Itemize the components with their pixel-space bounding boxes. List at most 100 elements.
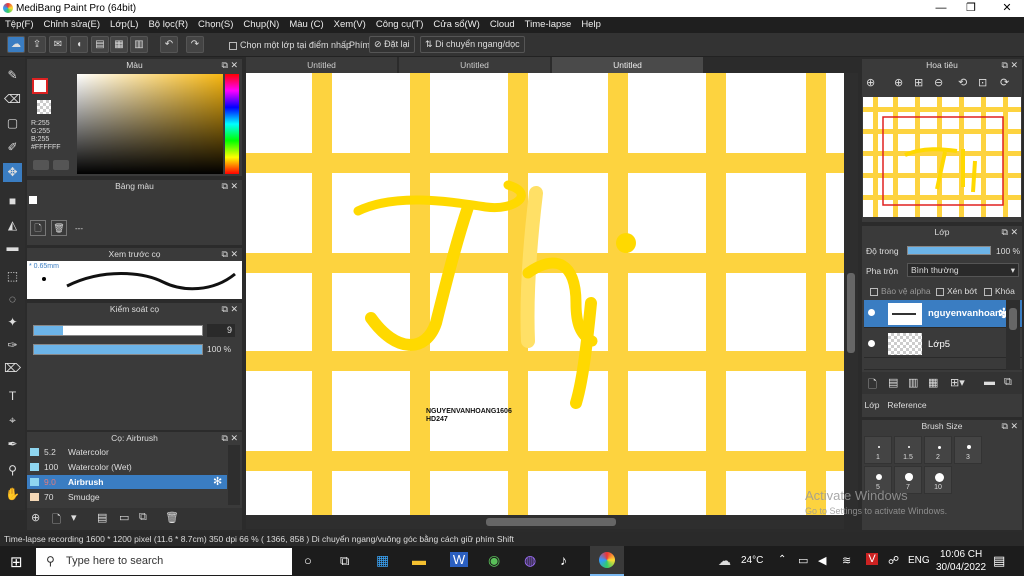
canvas-vertical-scrollbar[interactable] [844,73,858,515]
rectangle-tool-icon[interactable]: ▢ [3,114,22,133]
new-palette-icon[interactable]: 🗋 [30,220,46,236]
select-eraser-icon[interactable]: ⌦ [3,359,22,378]
visibility-icon[interactable] [868,340,875,347]
brush-size-cell[interactable]: 2 [924,436,952,464]
reset-view-icon[interactable]: ⊡ [978,76,987,89]
redo-icon[interactable]: ↷ [186,36,204,53]
menu-item[interactable]: Lớp(L) [105,17,143,33]
chevron-up-icon[interactable]: ⌃ [778,554,786,565]
menu-item[interactable]: Công cụ(T) [371,17,429,33]
windows-start-icon[interactable]: ⊞ [10,553,23,571]
panel-controls-icon[interactable]: ⧉ ✕ [222,59,238,72]
tab-untitled-3[interactable]: Untitled [552,57,704,73]
layer-opacity-slider[interactable] [907,246,991,255]
brush-menu-icon[interactable]: ▾ [71,511,77,524]
menu-item[interactable]: Xem(V) [329,17,371,33]
hand-tool-icon[interactable]: ✋ [3,485,22,504]
chrome-icon[interactable]: ◉ [488,552,500,569]
lasso-tool-icon[interactable]: ◌ [3,290,22,309]
new-layer-icon[interactable]: 🗋 [868,376,877,395]
color-option-button[interactable] [33,160,49,170]
operation-tool-icon[interactable]: ⌖ [3,411,22,430]
tab-untitled-2[interactable]: Untitled [399,57,551,73]
grid-icon[interactable]: ▦ [110,36,128,53]
cloud-icon[interactable]: ☁ [7,36,25,53]
vertical-scroll-thumb[interactable] [847,273,855,353]
brush-list-item[interactable]: 5.2 Watercolor [27,445,227,459]
vpn-icon[interactable]: ☍ [888,554,899,567]
duplicate-layer-icon[interactable]: ⧉ [1004,376,1012,389]
brush-list-scrollbar[interactable] [228,445,240,505]
magic-wand-icon[interactable]: ✦ [3,313,22,332]
select-layer-toggle[interactable]: Chọn một lớp tại điểm nhấp [229,40,351,50]
tray-app-icon[interactable]: V [866,553,878,565]
page-icon[interactable]: ▤ [91,36,109,53]
store-icon[interactable]: ▦ [376,552,389,569]
panel-controls-icon[interactable]: ⧉ ✕ [222,432,238,445]
search-box[interactable]: ⚲ Type here to search [36,548,292,575]
menu-item[interactable]: Cloud [485,17,520,33]
tiktok-icon[interactable]: ♪ [560,552,567,568]
secondary-color-swatch[interactable] [37,100,51,114]
new-8bit-layer-icon[interactable]: ▥ [908,376,918,389]
chat-icon[interactable]: ◖ [70,36,88,53]
maximize-button[interactable]: ❐ [956,1,986,16]
folder-icon[interactable]: ▭ [119,511,129,524]
network-icon[interactable]: ▭ [798,554,808,567]
zoom-out-icon[interactable]: ⊖ [934,76,943,89]
panel-controls-icon[interactable]: ⧉ ✕ [1002,226,1018,239]
menu-item[interactable]: Help [576,17,606,33]
navigator-preview[interactable] [863,97,1021,217]
layer-row[interactable]: Lớp5 [864,330,1022,358]
eraser-tool-icon[interactable]: ⌫ [3,90,22,109]
brush-tool-icon[interactable]: ✎ [3,66,22,85]
undo-icon[interactable]: ↶ [160,36,178,53]
layer-row-partial[interactable] [864,360,1022,370]
clock-date[interactable]: 30/04/2022 [936,562,986,573]
menu-item[interactable]: Tệp(F) [0,17,39,33]
horizontal-scroll-thumb[interactable] [486,518,616,526]
brush-list-item[interactable]: 70 Smudge [27,490,227,504]
gradient-tool-icon[interactable]: ▬ [3,238,22,257]
tab-layer[interactable]: Lớp [862,398,882,412]
move-direction-button[interactable]: ⇅ Di chuyển ngang/dọc [420,36,525,53]
panel-controls-icon[interactable]: ⧉ ✕ [222,303,238,316]
brush-size-cell[interactable]: 1 [864,436,892,464]
menu-item[interactable]: Chụp(N) [238,17,284,33]
select-tool-icon[interactable]: ⬚ [3,267,22,286]
delete-brush-icon[interactable]: 🗑 [165,511,179,524]
zoom-icon[interactable]: ⊕ [894,76,903,89]
weather-icon[interactable]: ☁ [718,553,731,569]
add-brush-icon[interactable]: ⊕ [31,511,40,524]
hue-slider[interactable] [225,74,239,174]
brush-size-cell[interactable]: 1.5 [894,436,922,464]
dropper-tool-icon[interactable]: ⚲ [3,461,22,480]
file-explorer-icon[interactable]: ▬ [412,552,426,568]
canvas-horizontal-scrollbar[interactable] [246,515,844,529]
task-view-icon[interactable]: ⧉ [340,553,349,569]
alpha-protect-toggle[interactable]: Bảo vệ alpha [870,286,931,296]
pen-tool-icon[interactable]: ✐ [3,138,22,157]
brush-size-value[interactable]: 9 [207,324,235,337]
color-option-button-2[interactable] [53,160,69,170]
wifi-icon[interactable]: ≋ [842,554,851,567]
text-tool-icon[interactable]: T [3,387,22,406]
export-icon[interactable]: ⇪ [28,36,46,53]
palette-swatch[interactable] [29,196,37,204]
rotate-right-icon[interactable]: ⟳ [1000,76,1009,89]
brush-opacity-slider[interactable] [33,344,203,355]
reset-button[interactable]: ⊘ Đặt lại [369,36,415,53]
add-layer-menu-icon[interactable]: ⊞▾ [950,376,965,389]
folder-icon[interactable]: ▬ [984,376,995,388]
comment-icon[interactable]: ✉ [49,36,67,53]
rotate-left-icon[interactable]: ⟲ [958,76,967,89]
menu-item[interactable]: Cửa sổ(W) [428,17,484,33]
bucket-tool-icon[interactable]: ◭ [3,216,22,235]
new-halftone-layer-icon[interactable]: ▤ [888,376,898,389]
gear-icon[interactable]: ✻ [213,475,222,489]
notification-icon[interactable]: ▤ [993,553,1005,569]
lock-toggle[interactable]: Khóa [984,286,1015,296]
primary-color-swatch[interactable] [32,78,48,94]
panel-controls-icon[interactable]: ⧉ ✕ [1002,59,1018,72]
copy-brush-icon[interactable]: ⧉ [139,511,147,524]
